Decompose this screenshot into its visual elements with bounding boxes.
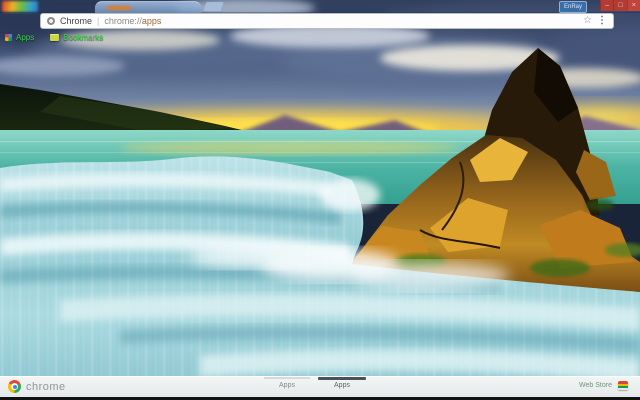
chrome-page-icon bbox=[47, 17, 55, 25]
nav-indicator-inactive bbox=[264, 377, 310, 379]
nav-indicator-active bbox=[318, 377, 366, 380]
window-controls: – □ × bbox=[600, 0, 640, 11]
apps-grid-icon bbox=[5, 33, 12, 41]
window-app-icon bbox=[2, 1, 38, 12]
chrome-brand-label: chrome bbox=[26, 380, 66, 393]
close-icon[interactable]: × bbox=[626, 0, 640, 11]
web-store-icon[interactable] bbox=[618, 381, 628, 390]
active-tab-title bbox=[107, 5, 131, 10]
bookmark-item-bookmarks[interactable]: Bookmarks bbox=[50, 33, 103, 42]
new-tab-button[interactable] bbox=[203, 2, 224, 11]
bookmark-label: Bookmarks bbox=[63, 32, 104, 42]
bookmark-star-icon[interactable]: ☆ bbox=[583, 16, 592, 26]
chrome-brand: chrome bbox=[8, 380, 66, 393]
launcher-tab-apps-2[interactable]: Apps bbox=[320, 382, 364, 389]
omnibox-separator: | bbox=[97, 16, 100, 26]
bookmark-item-apps[interactable]: Apps bbox=[5, 33, 34, 42]
restore-icon[interactable]: □ bbox=[613, 0, 626, 11]
browser-window: EnRay – □ × Chrome | chrome://apps ☆ ⋮ A… bbox=[0, 0, 640, 400]
app-launcher-bar: chrome Apps Apps Web Store bbox=[0, 376, 640, 398]
launcher-tab-apps-1[interactable]: Apps bbox=[265, 382, 309, 389]
theme-wallpaper-image bbox=[0, 0, 640, 400]
url-scheme: chrome:// bbox=[104, 16, 142, 26]
url-host: apps bbox=[141, 16, 162, 26]
web-store-link[interactable]: Web Store bbox=[579, 382, 612, 389]
chrome-logo-icon bbox=[8, 380, 21, 393]
bookmark-label: Apps bbox=[16, 32, 35, 42]
bookmarks-bar: Apps Bookmarks bbox=[0, 30, 640, 44]
minimize-icon[interactable]: – bbox=[600, 0, 613, 11]
browser-menu-icon[interactable]: ⋮ bbox=[597, 16, 607, 26]
profile-badge[interactable]: EnRay bbox=[559, 1, 588, 13]
bookmarks-folder-icon bbox=[50, 33, 60, 41]
active-tab[interactable] bbox=[95, 1, 201, 13]
omnibox[interactable]: Chrome | chrome://apps ☆ ⋮ bbox=[40, 13, 614, 29]
omnibox-url[interactable]: chrome://apps bbox=[104, 16, 161, 26]
omnibox-site-label: Chrome bbox=[60, 16, 93, 26]
